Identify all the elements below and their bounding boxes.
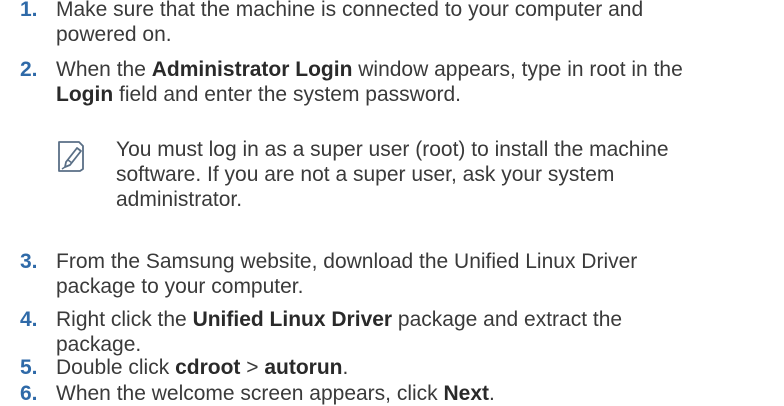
step-text-run: When the	[56, 58, 152, 81]
note-line: software. If you are not a super user, a…	[116, 163, 615, 186]
step-text-run: package and extract the	[392, 308, 623, 331]
step-line: Make sure that the machine is connected …	[56, 0, 776, 22]
step-text: When the Administrator Login window appe…	[56, 57, 776, 107]
step-line: When the welcome screen appears, click N…	[56, 381, 776, 406]
ui-term: Login	[56, 83, 114, 106]
step-text: Right click the Unified Linux Driver pac…	[56, 307, 776, 357]
step-text: When the welcome screen appears, click N…	[56, 381, 776, 406]
step-line: powered on.	[56, 22, 776, 47]
step-number: 3.	[20, 250, 38, 273]
note-line: You must log in as a super user (root) t…	[116, 138, 669, 161]
step-line: package to your computer.	[56, 275, 304, 298]
step-line: When the Administrator Login window appe…	[56, 57, 776, 82]
step-text-run: powered on.	[56, 23, 172, 46]
step-text-run: >	[240, 356, 265, 379]
step-line: Right click the Unified Linux Driver pac…	[56, 307, 776, 332]
note-pencil-icon	[58, 141, 84, 172]
step-number: 5.	[20, 356, 38, 379]
step-number: 2.	[20, 58, 38, 81]
step-number: 4.	[20, 308, 38, 331]
step-text-run: Double click	[56, 356, 176, 379]
ui-term: Unified Linux Driver	[192, 308, 393, 331]
step-line: Login field and enter the system passwor…	[56, 82, 776, 107]
step-text-run: When the welcome screen appears, click	[56, 382, 444, 405]
step-number: 6.	[20, 382, 38, 405]
ui-term: cdroot	[175, 356, 241, 379]
step-line: package.	[56, 333, 142, 356]
step-line: Double click cdroot > autorun.	[56, 355, 776, 380]
note-box: You must log in as a super user (root) t…	[56, 137, 776, 227]
step-number: 1.	[20, 0, 38, 21]
step-text-run: window appears, type in root in the	[352, 58, 683, 81]
step-text-run: field and enter the system password.	[113, 83, 461, 106]
note-line: administrator.	[116, 188, 243, 211]
step-text: Make sure that the machine is connected …	[56, 0, 776, 47]
install-instructions: 1. Make sure that the machine is connect…	[0, 0, 784, 406]
step-text-run: Right click the	[56, 308, 193, 331]
step-line: From the Samsung website, download the U…	[56, 250, 638, 273]
ui-term: Next	[443, 382, 490, 405]
ui-term: Administrator Login	[151, 58, 353, 81]
step-text-run: .	[342, 356, 349, 379]
step-text: From the Samsung website, download the U…	[56, 249, 776, 299]
step-text-run: Make sure that the machine is connected …	[56, 0, 644, 21]
ui-term: autorun	[264, 356, 343, 379]
step-text: Double click cdroot > autorun.	[56, 355, 776, 380]
note-text: You must log in as a super user (root) t…	[116, 137, 669, 212]
step-text-run: .	[489, 382, 495, 405]
